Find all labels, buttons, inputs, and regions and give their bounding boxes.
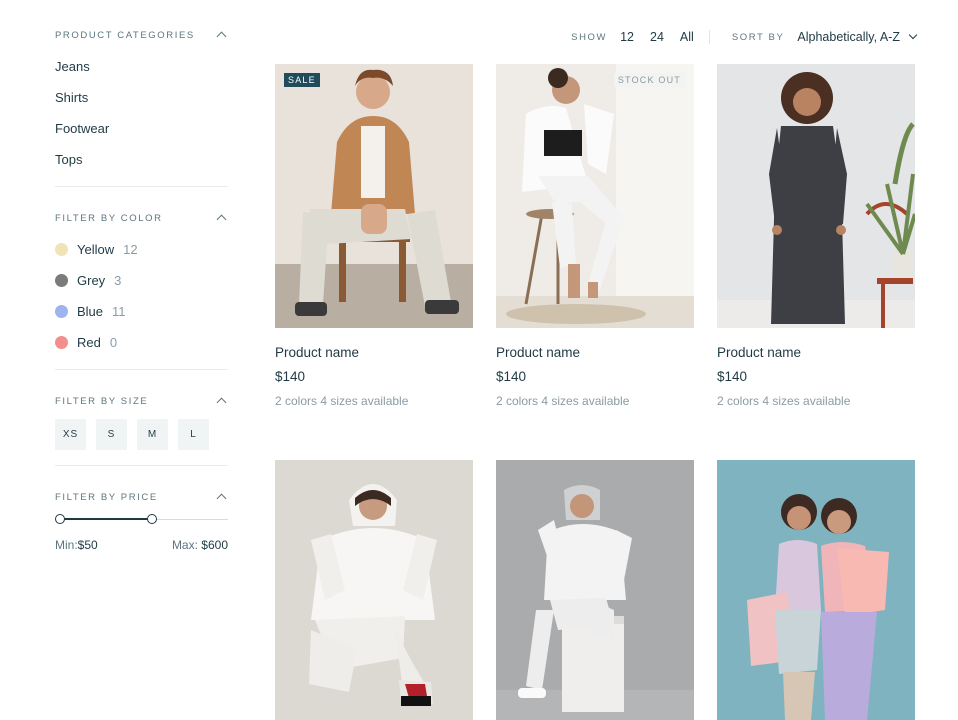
chevron-down-icon[interactable] — [908, 30, 918, 40]
categories-section: PRODUCT CATEGORIES Jeans Shirts Footwear… — [55, 28, 228, 187]
product-image[interactable]: STOCK OUT — [496, 64, 694, 328]
color-option-blue[interactable]: Blue 11 — [55, 296, 228, 327]
product-price: $140 — [275, 369, 306, 384]
color-swatch — [55, 274, 68, 287]
slider-min-handle[interactable] — [55, 514, 65, 524]
price-section: FILTER BY PRICE Min:$50 Max: $600 — [55, 490, 228, 552]
price-min: Min:$50 — [55, 538, 98, 552]
categories-header[interactable]: PRODUCT CATEGORIES — [55, 28, 228, 42]
color-swatch — [55, 305, 68, 318]
product-card[interactable]: Product name $140 2 colors 4 sizes avail… — [717, 64, 915, 408]
product-name[interactable]: Product name — [717, 345, 915, 360]
product-price: $140 — [496, 369, 527, 384]
chevron-up-icon[interactable] — [216, 493, 227, 504]
product-image[interactable] — [496, 460, 694, 720]
show-option-24[interactable]: 24 — [650, 30, 664, 44]
color-label: Grey — [77, 273, 106, 288]
color-swatch — [55, 243, 68, 256]
color-count: 12 — [123, 242, 138, 257]
slider-max-handle[interactable] — [147, 514, 157, 524]
product-image[interactable]: SALE — [275, 64, 473, 328]
product-availability: 2 colors 4 sizes available — [275, 394, 409, 408]
product-image[interactable] — [717, 64, 915, 328]
category-list: Jeans Shirts Footwear Tops — [55, 51, 228, 175]
chevron-up-icon[interactable] — [216, 214, 227, 225]
size-button-m[interactable]: M — [137, 419, 168, 450]
sale-badge: SALE — [284, 73, 320, 87]
size-section: FILTER BY SIZE XS S M L — [55, 394, 228, 466]
price-labels: Min:$50 Max: $600 — [55, 538, 228, 552]
color-option-red[interactable]: Red 0 — [55, 327, 228, 358]
color-title: FILTER BY COLOR — [55, 212, 163, 224]
toolbar-divider — [708, 30, 710, 44]
price-header[interactable]: FILTER BY PRICE — [55, 490, 228, 504]
stock-out-badge: STOCK OUT — [613, 73, 685, 87]
product-card[interactable] — [496, 460, 694, 720]
chevron-up-icon[interactable] — [216, 397, 227, 408]
category-item-jeans[interactable]: Jeans — [55, 51, 228, 82]
price-range-slider[interactable] — [55, 514, 228, 526]
show-option-all[interactable]: All — [680, 30, 694, 44]
categories-title: PRODUCT CATEGORIES — [55, 29, 195, 41]
color-count: 11 — [112, 304, 126, 319]
color-count: 0 — [109, 335, 118, 350]
color-label: Blue — [77, 304, 104, 319]
color-count: 3 — [114, 273, 122, 288]
category-item-footwear[interactable]: Footwear — [55, 113, 228, 144]
product-availability: 2 colors 4 sizes available — [717, 394, 851, 408]
size-header[interactable]: FILTER BY SIZE — [55, 394, 228, 408]
price-max: Max: $600 — [172, 538, 228, 552]
color-swatch — [55, 336, 68, 349]
size-title: FILTER BY SIZE — [55, 395, 149, 407]
price-min-label: Min: — [55, 538, 78, 552]
chevron-up-icon[interactable] — [216, 31, 227, 42]
sort-label: SORT BY — [731, 31, 785, 43]
size-button-l[interactable]: L — [178, 419, 209, 450]
category-item-shirts[interactable]: Shirts — [55, 82, 228, 113]
show-label: SHOW — [571, 31, 608, 43]
sort-select[interactable]: Alphabetically, A-Z — [797, 30, 900, 44]
product-price: $140 — [717, 369, 748, 384]
product-name[interactable]: Product name — [275, 345, 473, 360]
color-section: FILTER BY COLOR Yellow 12 Grey 3 Blue 11… — [55, 211, 228, 370]
price-title: FILTER BY PRICE — [55, 491, 158, 503]
category-item-tops[interactable]: Tops — [55, 144, 228, 175]
product-card[interactable] — [275, 460, 473, 720]
product-card[interactable]: SALE Product name $140 2 colors 4 sizes … — [275, 64, 473, 408]
color-option-yellow[interactable]: Yellow 12 — [55, 234, 228, 265]
color-header[interactable]: FILTER BY COLOR — [55, 211, 228, 225]
listing-toolbar: SHOW 12 24 All SORT BY Alphabetically, A… — [571, 30, 918, 44]
color-label: Yellow — [77, 242, 115, 257]
price-max-value: $600 — [201, 538, 228, 552]
product-image[interactable] — [275, 460, 473, 720]
color-list: Yellow 12 Grey 3 Blue 11 Red 0 — [55, 234, 228, 358]
product-availability: 2 colors 4 sizes available — [496, 394, 630, 408]
color-option-grey[interactable]: Grey 3 — [55, 265, 228, 296]
product-card[interactable]: STOCK OUT Product name $140 2 colors 4 s… — [496, 64, 694, 408]
color-label: Red — [77, 335, 101, 350]
product-card[interactable] — [717, 460, 915, 720]
size-button-xs[interactable]: XS — [55, 419, 86, 450]
slider-range-fill — [59, 518, 151, 520]
price-min-value: $50 — [77, 538, 98, 552]
product-image[interactable] — [717, 460, 915, 720]
show-option-12[interactable]: 12 — [620, 30, 634, 44]
size-button-s[interactable]: S — [96, 419, 127, 450]
size-options: XS S M L — [55, 419, 228, 450]
price-max-label: Max: — [171, 538, 198, 552]
product-name[interactable]: Product name — [496, 345, 694, 360]
